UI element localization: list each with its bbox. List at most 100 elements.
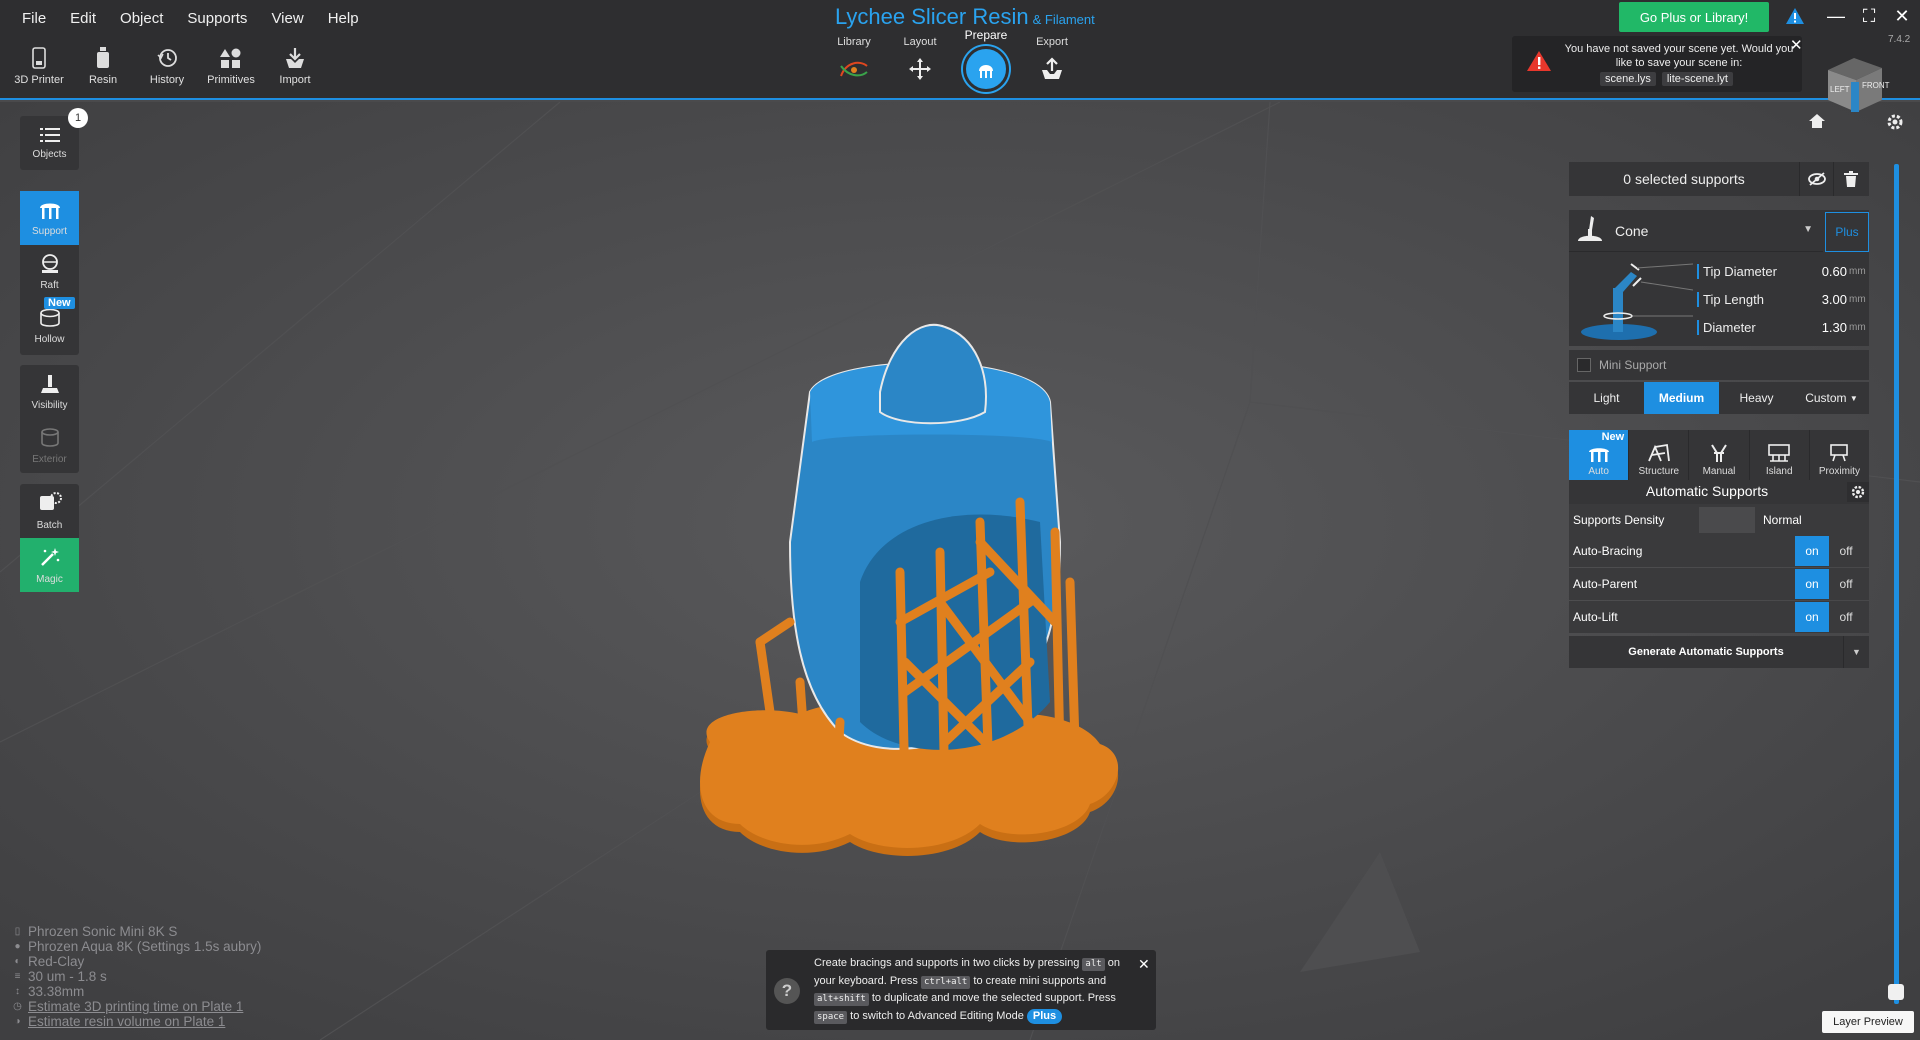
estimate-resin-link[interactable]: Estimate resin volume on Plate 1 <box>28 1014 225 1029</box>
visibility-button[interactable]: Visibility <box>20 365 79 419</box>
tip-diameter-field[interactable]: Tip Diameter 0.60 mm <box>1697 258 1869 284</box>
auto-new-badge: New <box>1601 431 1625 443</box>
import-button[interactable]: Import <box>266 46 324 96</box>
tab-structure[interactable]: Structure <box>1629 430 1690 480</box>
tab-manual[interactable]: Manual <box>1689 430 1750 480</box>
estimate-time-link[interactable]: Estimate 3D printing time on Plate 1 <box>28 999 243 1014</box>
tip-length-value[interactable]: 3.00 <box>1809 292 1847 307</box>
exterior-icon <box>39 427 61 451</box>
objects-button[interactable]: Objects 1 <box>20 108 88 170</box>
support-button[interactable]: Support <box>20 191 79 245</box>
maximize-icon[interactable]: ⛶ <box>1857 6 1881 27</box>
preset-medium[interactable]: Medium <box>1644 382 1719 414</box>
export-icon <box>1035 52 1069 86</box>
auto-bracing-on[interactable]: on <box>1795 536 1829 566</box>
history-button[interactable]: History <box>138 46 196 96</box>
info-color-text: Red-Clay <box>28 954 85 969</box>
hint-text-4: to duplicate and move the selected suppo… <box>871 992 1116 1004</box>
info-estimate-resin: ◑ Estimate resin volume on Plate 1 <box>12 1014 261 1029</box>
diameter-label: Diameter <box>1697 319 1809 335</box>
step-layout-label: Layout <box>903 36 937 48</box>
auto-lift-off[interactable]: off <box>1829 602 1863 632</box>
save-notice: You have not saved your scene yet. Would… <box>1512 36 1803 92</box>
generate-supports-button[interactable]: Generate Automatic Supports ▼ <box>1569 636 1869 668</box>
printer-button[interactable]: 3D Printer <box>10 46 68 96</box>
hint-plus-badge[interactable]: Plus <box>1026 1008 1063 1024</box>
batch-button[interactable]: Batch <box>20 484 79 538</box>
info-height: ↕ 33.38mm <box>12 984 261 999</box>
diameter-field[interactable]: Diameter 1.30 mm <box>1697 314 1869 340</box>
preset-custom[interactable]: Custom ▼ <box>1794 382 1869 414</box>
resin-button[interactable]: Resin <box>74 46 132 96</box>
delete-supports-icon[interactable] <box>1833 162 1867 196</box>
preset-light[interactable]: Light <box>1569 382 1644 414</box>
save-scene-lys-link[interactable]: scene.lys <box>1600 72 1656 86</box>
view-cube[interactable]: LEFT FRONT <box>1816 52 1892 120</box>
tab-island[interactable]: Island <box>1750 430 1810 480</box>
resin-drop-icon: ● <box>14 941 21 952</box>
hide-supports-icon[interactable] <box>1799 162 1833 196</box>
plus-button[interactable]: Plus <box>1825 212 1869 252</box>
magic-button[interactable]: Magic <box>20 538 79 592</box>
auto-parent-off[interactable]: off <box>1829 569 1863 599</box>
go-plus-button[interactable]: Go Plus or Library! <box>1619 2 1769 32</box>
history-icon <box>155 46 179 70</box>
selected-supports-count: 0 selected supports <box>1623 171 1745 187</box>
batch-label: Batch <box>36 519 63 531</box>
info-printer: ▯ Phrozen Sonic Mini 8K S <box>12 924 261 939</box>
support-type-dropdown[interactable]: Cone ▼ <box>1569 210 1823 252</box>
layer-slider-track[interactable] <box>1894 164 1899 1004</box>
close-notice-icon[interactable]: ✕ <box>1790 36 1803 54</box>
help-question-icon: ? <box>774 978 800 1004</box>
menu-help[interactable]: Help <box>318 8 369 29</box>
proximity-icon <box>1827 443 1851 466</box>
tip-diameter-value[interactable]: 0.60 <box>1809 264 1847 279</box>
step-layout[interactable]: Layout <box>896 36 944 92</box>
home-icon[interactable] <box>1808 113 1826 132</box>
exterior-button[interactable]: Exterior <box>20 419 79 473</box>
visibility-label: Visibility <box>31 399 68 411</box>
auto-parent-on[interactable]: on <box>1795 569 1829 599</box>
tab-auto[interactable]: New Auto <box>1569 430 1630 480</box>
mini-support-checkbox[interactable] <box>1577 358 1591 372</box>
menu-file[interactable]: File <box>12 8 56 29</box>
step-prepare[interactable]: Prepare <box>962 28 1010 92</box>
viewcube-left-label: LEFT <box>1830 85 1850 94</box>
warning-icon[interactable] <box>1785 7 1805 28</box>
preset-heavy[interactable]: Heavy <box>1719 382 1794 414</box>
diameter-value[interactable]: 1.30 <box>1809 320 1847 335</box>
auto-bracing-off[interactable]: off <box>1829 536 1863 566</box>
import-label: Import <box>279 74 311 86</box>
close-hint-icon[interactable]: ✕ <box>1138 956 1150 973</box>
support-type-value: Cone <box>1615 222 1649 239</box>
menu-bar: File Edit Object Supports View Help <box>12 8 369 29</box>
step-library[interactable]: Library <box>830 36 878 92</box>
hollow-label: Hollow <box>34 333 65 345</box>
tab-proximity[interactable]: Proximity <box>1810 430 1869 480</box>
raft-button[interactable]: Raft <box>20 245 79 299</box>
minimize-icon[interactable]: — <box>1824 6 1848 27</box>
auto-parent-row: Auto-Parent on off <box>1569 568 1869 600</box>
layer-slider-handle[interactable] <box>1888 984 1904 1000</box>
tip-length-field[interactable]: Tip Length 3.00 mm <box>1697 286 1869 312</box>
mini-support-label: Mini Support <box>1599 358 1667 372</box>
save-lite-scene-link[interactable]: lite-scene.lyt <box>1661 72 1733 86</box>
automatic-supports-title: Automatic Supports <box>1645 483 1769 499</box>
close-window-icon[interactable]: ✕ <box>1890 6 1914 27</box>
settings-gear-icon[interactable] <box>1886 113 1904 134</box>
auto-lift-on[interactable]: on <box>1795 602 1829 632</box>
menu-supports[interactable]: Supports <box>177 8 257 29</box>
menu-object[interactable]: Object <box>110 8 173 29</box>
auto-settings-gear-icon[interactable] <box>1847 482 1869 502</box>
hollow-button[interactable]: Hollow New <box>20 297 79 353</box>
menu-view[interactable]: View <box>261 8 313 29</box>
batch-group: Batch Magic <box>20 484 79 592</box>
primitives-button[interactable]: Primitives <box>202 46 260 96</box>
save-notice-files: scene.lys lite-scene.lyt <box>1600 72 1733 86</box>
supports-density-slider[interactable] <box>1699 507 1755 533</box>
chevron-down-icon[interactable]: ▼ <box>1843 636 1869 668</box>
menu-edit[interactable]: Edit <box>60 8 106 29</box>
layer-preview-label[interactable]: Layer Preview <box>1822 1011 1914 1033</box>
step-export[interactable]: Export <box>1028 36 1076 92</box>
hollow-new-badge: New <box>44 297 75 309</box>
